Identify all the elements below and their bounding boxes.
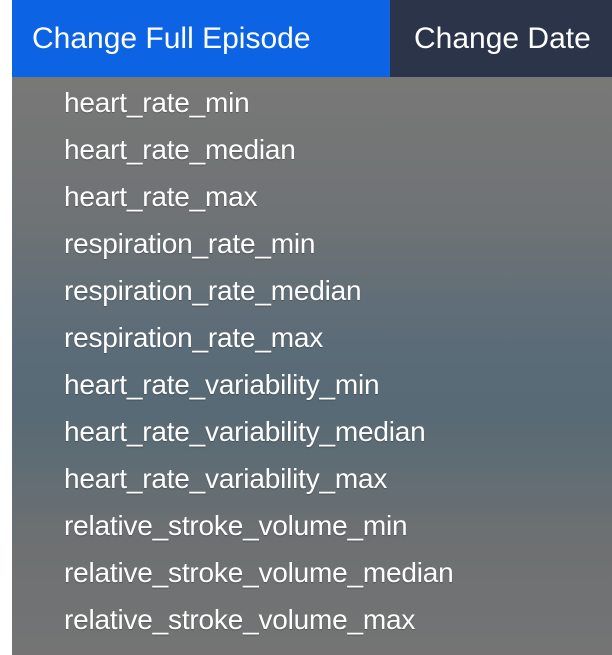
dropdown-menu: heart_rate_min heart_rate_median heart_r… — [12, 77, 612, 655]
menu-item-respiration-rate-min[interactable]: respiration_rate_min — [12, 220, 612, 267]
menu-item-heart-rate-variability-min[interactable]: heart_rate_variability_min — [12, 361, 612, 408]
menu-change-date[interactable]: Change Date — [390, 0, 612, 77]
menu-bar: Change Full Episode Change Date — [12, 0, 612, 77]
menu-item-heart-rate-variability-median[interactable]: heart_rate_variability_median — [12, 408, 612, 455]
menu-item-relative-stroke-volume-min[interactable]: relative_stroke_volume_min — [12, 502, 612, 549]
menu-change-full-episode[interactable]: Change Full Episode — [12, 0, 390, 77]
menu-item-relative-stroke-volume-max[interactable]: relative_stroke_volume_max — [12, 596, 612, 643]
menu-item-heart-rate-variability-max[interactable]: heart_rate_variability_max — [12, 455, 612, 502]
menu-item-heart-rate-min[interactable]: heart_rate_min — [12, 79, 612, 126]
menu-item-respiration-rate-max[interactable]: respiration_rate_max — [12, 314, 612, 361]
menu-item-relative-stroke-volume-median[interactable]: relative_stroke_volume_median — [12, 549, 612, 596]
menu-item-respiration-rate-median[interactable]: respiration_rate_median — [12, 267, 612, 314]
menu-item-heart-rate-max[interactable]: heart_rate_max — [12, 173, 612, 220]
menu-item-heart-rate-median[interactable]: heart_rate_median — [12, 126, 612, 173]
